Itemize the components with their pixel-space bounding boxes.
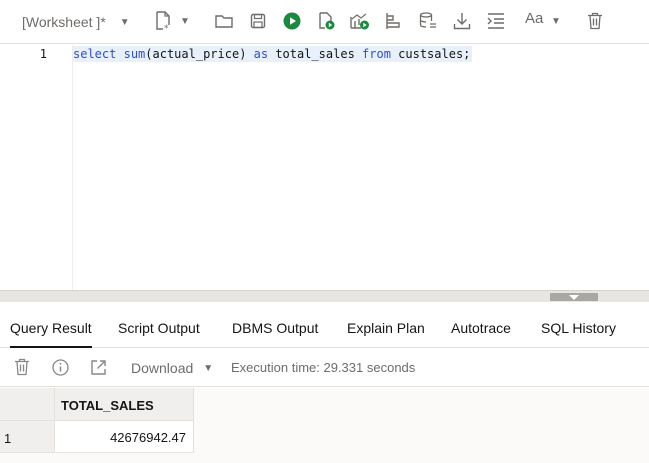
row-number: 1	[4, 431, 12, 446]
run-script-icon[interactable]	[315, 10, 337, 32]
column-header[interactable]: TOTAL_SALES	[55, 388, 194, 421]
worksheet-label: [Worksheet ]*	[22, 14, 106, 30]
tab-query-result[interactable]: Query Result	[10, 302, 92, 348]
result-grid: TOTAL_SALES 1 42676942.47	[0, 388, 649, 463]
worksheet-selector[interactable]: [Worksheet ]* ▼	[22, 12, 130, 32]
tab-sql-history[interactable]: SQL History	[541, 302, 616, 348]
sql-text: total_sales	[268, 47, 363, 61]
sql-keyword: sum	[123, 47, 146, 61]
tab-autotrace[interactable]: Autotrace	[451, 302, 511, 348]
open-in-new-icon[interactable]	[89, 358, 107, 376]
output-tabs: Query Result Script Output DBMS Output E…	[0, 302, 649, 348]
chevron-down-icon	[569, 294, 579, 300]
clear-result-icon[interactable]	[13, 358, 31, 376]
tab-script-output[interactable]: Script Output	[118, 302, 200, 348]
download-label: Download	[131, 360, 194, 376]
save-icon[interactable]	[247, 10, 269, 32]
pane-splitter[interactable]	[0, 290, 649, 302]
result-toolbar: Download ▼ Execution time: 29.331 second…	[0, 349, 649, 387]
table-cell[interactable]: 42676942.47	[55, 421, 194, 453]
code-line[interactable]: select sum(actual_price) as total_sales …	[73, 45, 649, 63]
font-chevron-icon[interactable]: ▼	[551, 16, 561, 27]
download-icon[interactable]	[451, 10, 473, 32]
new-file-icon[interactable]: *	[152, 10, 174, 32]
collapse-handle[interactable]	[550, 293, 598, 301]
open-folder-icon[interactable]	[213, 10, 235, 32]
sql-text: custsales;	[390, 47, 471, 61]
line-gutter: 1	[0, 45, 73, 290]
chevron-down-icon: ▼	[203, 362, 214, 374]
svg-text:*: *	[164, 24, 169, 31]
run-statement-icon[interactable]	[281, 10, 303, 32]
sql-keyword: as	[253, 47, 269, 61]
sql-statement: select sum(actual_price) as total_sales …	[73, 46, 473, 62]
worksheet-toolbar: [Worksheet ]* ▼ * ▼ Aa ▼	[0, 0, 649, 44]
format-icon[interactable]	[485, 10, 507, 32]
explain-plan-icon[interactable]	[349, 10, 371, 32]
sql-text: (actual_price)	[145, 47, 254, 61]
sql-editor[interactable]: 1 select sum(actual_price) as total_sale…	[0, 45, 649, 290]
database-icon[interactable]	[417, 10, 439, 32]
tab-dbms-output[interactable]: DBMS Output	[232, 302, 318, 348]
font-icon[interactable]: Aa	[525, 10, 543, 27]
info-icon[interactable]	[51, 358, 69, 376]
tab-explain-plan[interactable]: Explain Plan	[347, 302, 425, 348]
grid-corner	[0, 388, 55, 421]
sql-keyword: select	[73, 47, 117, 61]
line-number: 1	[39, 47, 47, 61]
delete-icon[interactable]	[584, 10, 606, 32]
chevron-down-icon: ▼	[119, 16, 130, 28]
sql-keyword: from	[362, 47, 391, 61]
new-file-chevron-icon[interactable]: ▼	[180, 16, 190, 27]
autotrace-icon[interactable]	[383, 10, 405, 32]
execution-time: Execution time: 29.331 seconds	[231, 360, 416, 375]
download-dropdown[interactable]: Download ▼	[131, 360, 213, 376]
